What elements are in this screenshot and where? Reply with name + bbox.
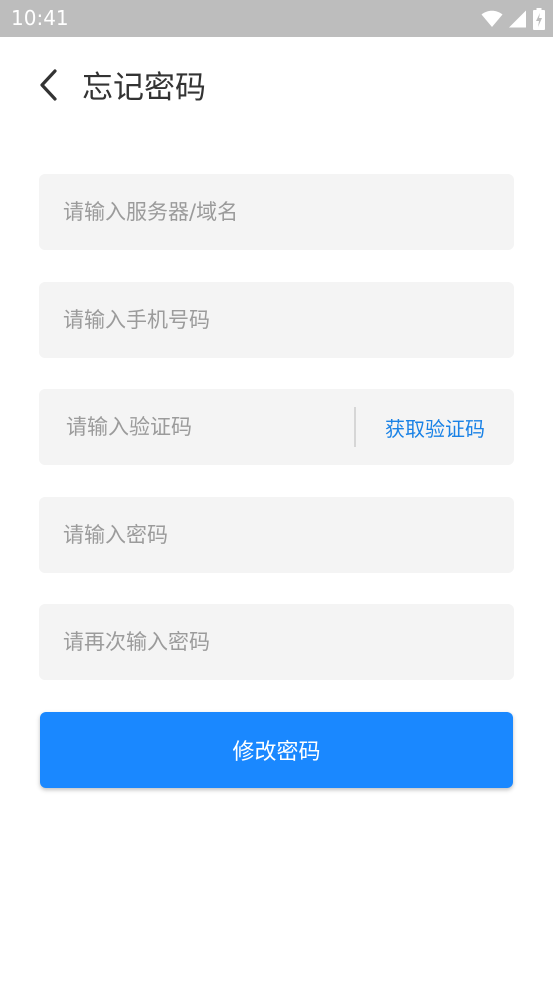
- server-field: [39, 174, 514, 250]
- status-time: 10:41: [11, 6, 69, 30]
- status-bar: 10:41: [0, 0, 553, 37]
- phone-input[interactable]: [39, 282, 514, 358]
- code-field: 获取验证码: [39, 389, 514, 465]
- status-icons: [481, 7, 545, 31]
- password-input[interactable]: [39, 497, 514, 573]
- code-input[interactable]: [39, 389, 354, 465]
- signal-icon: [509, 10, 527, 28]
- confirm-password-input[interactable]: [39, 604, 514, 680]
- confirm-password-field: [39, 604, 514, 680]
- back-button[interactable]: [28, 67, 68, 107]
- password-field: [39, 497, 514, 573]
- phone-field: [39, 282, 514, 358]
- header: 忘记密码: [0, 37, 553, 137]
- battery-charging-icon: [533, 8, 545, 30]
- get-code-button[interactable]: 获取验证码: [356, 389, 514, 465]
- wifi-icon: [481, 10, 503, 28]
- chevron-left-icon: [37, 68, 59, 106]
- server-input[interactable]: [39, 174, 514, 250]
- submit-button[interactable]: 修改密码: [40, 712, 513, 788]
- page-title: 忘记密码: [82, 70, 206, 106]
